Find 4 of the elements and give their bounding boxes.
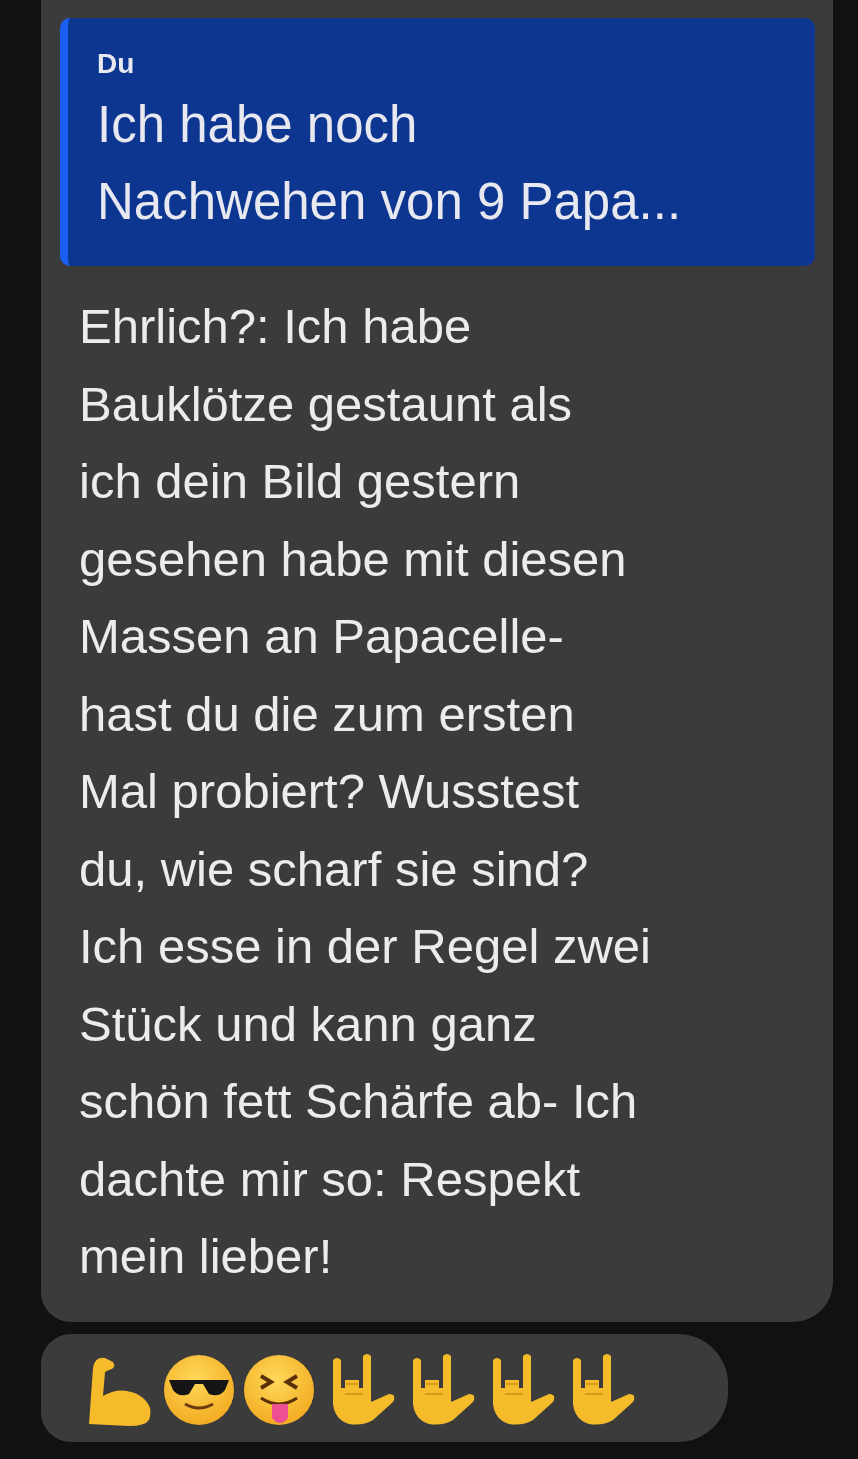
- quoted-text: Ich habe noch Nachwehen von 9 Papa...: [97, 95, 683, 232]
- quote-author: Du: [97, 48, 136, 80]
- quoted-reply[interactable]: Du Ich habe noch Nachwehen von 9 Papa...: [60, 18, 815, 266]
- message-text: Ehrlich?: Ich habe Bauklötze gestaunt als ich dein Bild gestern gesehen habe mit diesen Massen an Papacelle- hast du die zum ersten Mal probiert? Wusstest du, wie scharf sie sind? Ich esse in der Regel zwei Stück und kann ganz schön fett Schärfe ab- Ich dachte mir so: Respekt mein lieber!: [78, 298, 652, 1285]
